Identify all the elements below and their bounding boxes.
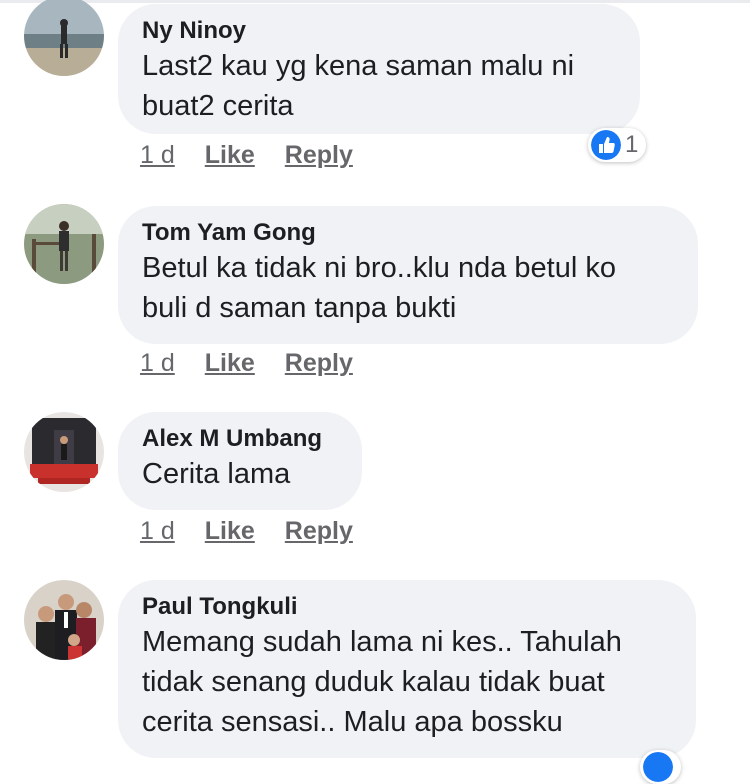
comment-bubble: Ny Ninoy Last2 kau yg kena saman malu ni… bbox=[118, 4, 640, 134]
comment-author[interactable]: Tom Yam Gong bbox=[142, 218, 674, 248]
comment-author[interactable]: Ny Ninoy bbox=[142, 16, 616, 46]
comment-actions: 1 d Like Reply bbox=[140, 517, 383, 546]
reaction-badge[interactable]: 1 bbox=[588, 128, 647, 162]
avatar[interactable] bbox=[24, 0, 104, 76]
avatar[interactable] bbox=[24, 204, 104, 284]
comment-timestamp[interactable]: 1 d bbox=[140, 141, 175, 169]
comment-author[interactable]: Paul Tongkuli bbox=[142, 592, 672, 622]
comment-text: Last2 kau yg kena saman malu ni buat2 ce… bbox=[142, 50, 575, 122]
comment-bubble: Alex M Umbang Cerita lama bbox=[118, 412, 362, 510]
reaction-count: 1 bbox=[625, 131, 639, 158]
comment-actions: 1 d Like Reply bbox=[140, 349, 383, 378]
comment-text: Memang sudah lama ni kes.. Tahulah tidak… bbox=[142, 626, 622, 738]
top-divider bbox=[0, 0, 750, 3]
reply-button[interactable]: Reply bbox=[285, 349, 353, 377]
like-button[interactable]: Like bbox=[205, 141, 255, 169]
reaction-badge[interactable] bbox=[640, 750, 681, 784]
comment-bubble: Paul Tongkuli Memang sudah lama ni kes..… bbox=[118, 580, 696, 758]
comment-timestamp[interactable]: 1 d bbox=[140, 349, 175, 377]
thumbs-up-icon bbox=[591, 130, 621, 160]
comment-actions: 1 d Like Reply bbox=[140, 141, 383, 170]
reply-button[interactable]: Reply bbox=[285, 141, 353, 169]
avatar[interactable] bbox=[24, 580, 104, 660]
comment-timestamp[interactable]: 1 d bbox=[140, 517, 175, 545]
comment-author[interactable]: Alex M Umbang bbox=[142, 424, 338, 454]
like-button[interactable]: Like bbox=[205, 517, 255, 545]
comment-bubble: Tom Yam Gong Betul ka tidak ni bro..klu … bbox=[118, 206, 698, 344]
reply-button[interactable]: Reply bbox=[285, 517, 353, 545]
comment-text: Betul ka tidak ni bro..klu nda betul ko … bbox=[142, 252, 616, 324]
thumbs-up-icon bbox=[643, 752, 673, 782]
like-button[interactable]: Like bbox=[205, 349, 255, 377]
comment-text: Cerita lama bbox=[142, 458, 291, 490]
avatar[interactable] bbox=[24, 412, 104, 492]
